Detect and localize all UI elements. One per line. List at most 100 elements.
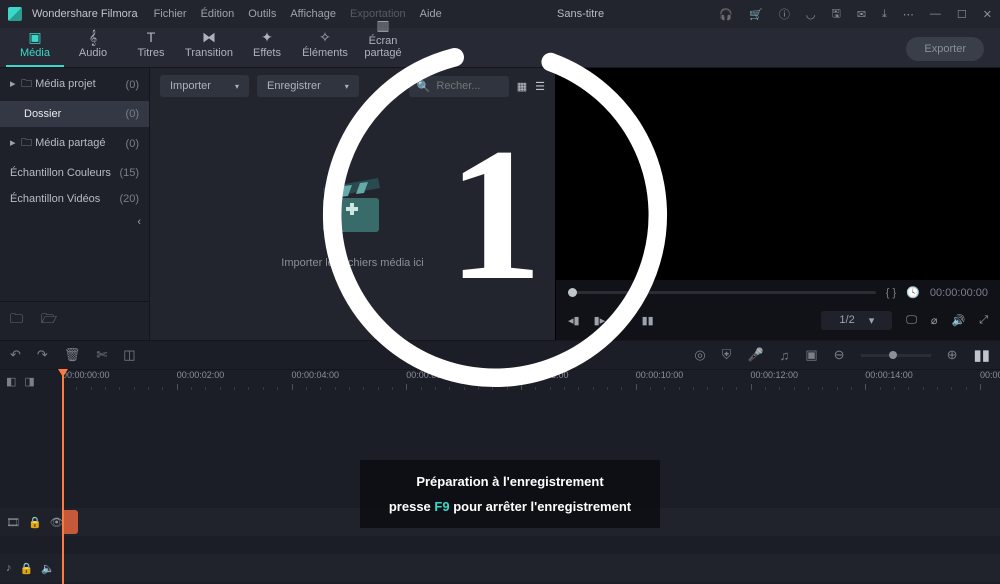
stop-icon[interactable]: ▮▸	[594, 314, 606, 327]
tab-transition[interactable]: ⧓Transition	[180, 25, 238, 67]
note-icon: ♪	[6, 562, 12, 574]
video-clip[interactable]	[62, 510, 78, 534]
timeline-ruler[interactable]: ◧ ◨ 00:00:00:0000:00:02:0000:00:04:0000:…	[0, 370, 1000, 392]
cart-icon[interactable]: 🛒	[749, 8, 763, 21]
menu-edit[interactable]: Édition	[201, 8, 235, 20]
menu-file[interactable]: Fichier	[154, 8, 187, 20]
delete-icon[interactable]: 🗑	[64, 347, 81, 363]
tab-effects[interactable]: ✦Effets	[238, 25, 296, 67]
menu-view[interactable]: Affichage	[290, 8, 336, 20]
save-icon[interactable]: 🖫	[831, 5, 840, 24]
sidebar-item-label: Échantillon Vidéos	[10, 193, 100, 205]
redo-icon[interactable]: ↷	[37, 347, 48, 363]
tab-splitscreen[interactable]: ▥Écran partagé	[354, 13, 412, 67]
preview-panel: { } 🕓 00:00:00:00 ◂▮ ▮▸ ▶ ▮▮ 1/2▾ 🖵 ⌀ 🔊 …	[555, 68, 1000, 340]
mail-icon[interactable]: ✉	[857, 8, 866, 21]
tab-titles[interactable]: TTitres	[122, 25, 180, 67]
mic-icon[interactable]: 🎤	[747, 347, 763, 363]
zoom-out-icon[interactable]: ⊖	[834, 347, 845, 363]
minimize-icon[interactable]: —	[930, 8, 941, 20]
music-icon[interactable]: ♫	[780, 348, 790, 363]
preview-zoom-dropdown[interactable]: 1/2▾	[821, 311, 892, 330]
cut-icon[interactable]: ✄	[96, 347, 107, 363]
tip-subtitle: presse F9 pour arrêter l'enregistrement	[370, 499, 650, 514]
sidebar-item-project[interactable]: ▸ 🗀 Média projet(0)	[0, 68, 149, 101]
module-tabbar: ▣Média 𝄞 Audio TTitres ⧓Transition ✦Effet…	[0, 28, 1000, 68]
main-area: ▸ 🗀 Média projet(0) Dossier(0) ▸ 🗀 Média…	[0, 68, 1000, 340]
film-icon: 🎞	[6, 516, 20, 529]
play-icon[interactable]: ▶	[619, 314, 627, 327]
record-dropdown[interactable]: Enregistrer▾	[257, 75, 359, 97]
tab-elements[interactable]: ✧Éléments	[296, 25, 354, 67]
video-track-head: 🎞🔒👁	[0, 508, 60, 536]
media-search[interactable]: 🔍	[409, 76, 509, 97]
elements-icon: ✧	[296, 29, 354, 45]
marker-add-icon[interactable]: ◧	[6, 375, 16, 388]
crop-icon[interactable]: ◫	[123, 347, 135, 363]
preview-progress: { } 🕓 00:00:00:00	[556, 280, 1000, 305]
menu-tools[interactable]: Outils	[248, 8, 276, 20]
audio-icon: 𝄞	[64, 29, 122, 45]
lock-icon[interactable]: 🔒	[28, 516, 42, 529]
transition-icon: ⧓	[180, 29, 238, 45]
layout-icon[interactable]: ▣	[805, 347, 817, 363]
view-toggle[interactable]: ▦☰	[517, 80, 545, 93]
sidebar-item-folder[interactable]: Dossier(0)	[0, 101, 149, 127]
prev-frame-icon[interactable]: ◂▮	[568, 314, 580, 327]
tab-audio[interactable]: 𝄞 Audio	[64, 25, 122, 67]
progress-bar[interactable]	[568, 291, 876, 294]
marker-icon[interactable]: ◎	[694, 347, 705, 363]
tab-media[interactable]: ▣Média	[6, 25, 64, 67]
info-icon[interactable]: ⓘ	[779, 6, 790, 22]
settings-icon[interactable]: ⋯	[903, 8, 914, 21]
timeline-toolbar: ↶ ↷ 🗑 ✄ ◫ ◎ ⛨ 🎤 ♫ ▣ ⊖ ⊕ ▮▮	[0, 340, 1000, 370]
loop-icon[interactable]: { }	[886, 287, 896, 299]
playhead[interactable]	[62, 370, 64, 584]
grid-view-icon[interactable]: ▦	[517, 80, 527, 93]
fullscreen-icon[interactable]: ⤢	[979, 314, 988, 327]
tab-audio-label: Audio	[79, 47, 107, 59]
media-toolbar: Importer▾ Enregistrer▾ 🔍 ▦☰	[150, 68, 555, 104]
export-button[interactable]: Exporter	[906, 37, 984, 61]
ruler-tick: 00:00:14:00	[865, 370, 913, 380]
next-frame-icon[interactable]: ▮▮	[642, 314, 654, 327]
account-icon[interactable]: ◡	[806, 8, 816, 21]
lock-icon[interactable]: 🔒	[20, 562, 34, 575]
audio-track[interactable]: ♪ 🔒 🔈	[0, 554, 1000, 582]
zoom-in-icon[interactable]: ⊕	[947, 347, 958, 363]
snapshot-icon[interactable]: ⌀	[931, 314, 938, 327]
preview-controls: ◂▮ ▮▸ ▶ ▮▮ 1/2▾ 🖵 ⌀ 🔊 ⤢	[556, 305, 1000, 340]
mute-icon[interactable]: 🔈	[41, 562, 55, 575]
sidebar-item-shared[interactable]: ▸ 🗀 Média partagé(0)	[0, 127, 149, 160]
sidebar-item-count: (0)	[126, 108, 139, 120]
volume-icon[interactable]: 🔊	[951, 314, 965, 327]
search-input[interactable]	[436, 80, 496, 92]
sidebar-item-colors[interactable]: Échantillon Couleurs(15)	[0, 160, 149, 186]
sidebar-item-count: (0)	[126, 79, 139, 91]
splitscreen-icon: ▥	[354, 17, 412, 33]
sidebar-item-count: (20)	[119, 193, 139, 205]
new-folder-icon[interactable]: 🗀	[10, 310, 23, 332]
ruler-tick: 00:00:12:00	[751, 370, 799, 380]
sidebar-collapse-icon[interactable]: ‹	[0, 212, 149, 232]
ruler-tick: 00:00:16:00	[980, 370, 1000, 380]
list-view-icon[interactable]: ☰	[535, 80, 545, 93]
import-dropdown[interactable]: Importer▾	[160, 75, 249, 97]
app-logo-icon	[8, 7, 22, 21]
sidebar-item-videos[interactable]: Échantillon Vidéos (20)	[0, 186, 149, 212]
display-icon[interactable]: 🖵	[906, 314, 917, 327]
headphones-icon[interactable]: 🎧	[719, 8, 733, 21]
timeline-zoom-slider[interactable]	[861, 354, 931, 357]
shield-icon[interactable]: ⛨	[722, 347, 732, 363]
marker-list-icon[interactable]: ◨	[24, 375, 34, 388]
menu-help[interactable]: Aide	[420, 8, 442, 20]
maximize-icon[interactable]: ☐	[957, 8, 967, 21]
download-icon[interactable]: ⤓	[882, 8, 887, 21]
fit-icon[interactable]: ▮▮	[973, 346, 990, 364]
clock-icon: 🕓	[906, 286, 920, 299]
undo-icon[interactable]: ↶	[10, 347, 21, 363]
preview-viewport[interactable]	[556, 68, 1000, 280]
new-bin-icon[interactable]: 🗁	[41, 310, 57, 332]
media-dropzone[interactable]: Importer les fichiers média ici	[150, 104, 555, 340]
close-icon[interactable]: ✕	[983, 8, 992, 21]
